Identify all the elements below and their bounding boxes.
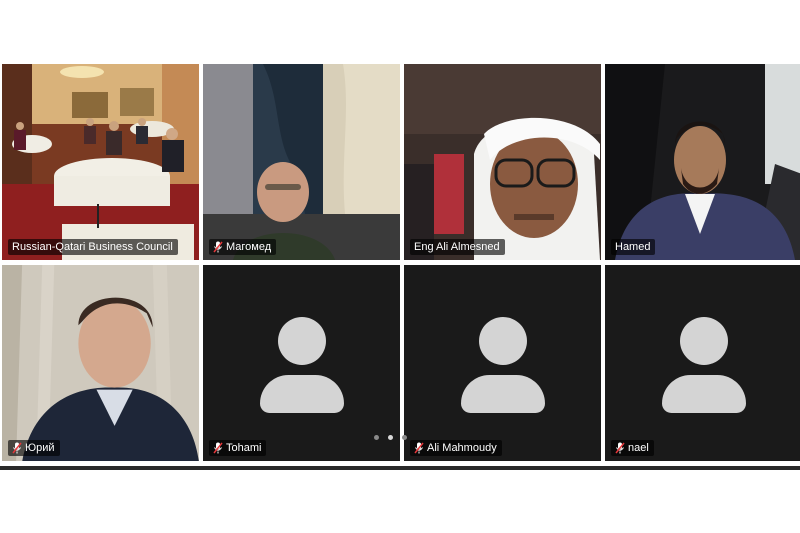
participant-tile-tohami[interactable]: Tohami — [203, 265, 400, 461]
participant-name-label: nael — [611, 440, 654, 456]
muted-mic-icon — [213, 442, 223, 454]
muted-mic-icon — [414, 442, 424, 454]
participant-tile-eng-ali-almesned[interactable]: Eng Ali Almesned — [404, 64, 601, 260]
video-feed-magomed — [203, 64, 400, 260]
participant-name-label: Russian-Qatari Business Council — [8, 239, 178, 255]
participant-name-label: Юрий — [8, 440, 60, 456]
participant-name: Магомед — [226, 241, 272, 253]
participant-name-label: Ali Mahmoudy — [410, 440, 502, 456]
participant-name: Ali Mahmoudy — [427, 442, 497, 454]
page-indicator — [374, 435, 407, 440]
avatar-placeholder-icon — [460, 317, 545, 413]
video-feed-conference-room — [2, 64, 199, 260]
participant-name: nael — [628, 442, 649, 454]
muted-mic-icon — [12, 442, 22, 454]
page-dot[interactable] — [402, 435, 407, 440]
video-feed-hamed — [605, 64, 800, 260]
participant-tile-yuriy[interactable]: Юрий — [2, 265, 199, 461]
participant-name-label: Магомед — [209, 239, 277, 255]
muted-mic-icon — [213, 241, 223, 253]
participant-name: Юрий — [25, 442, 55, 454]
muted-mic-icon — [615, 442, 625, 454]
next-row-edge — [0, 466, 800, 470]
participant-name: Hamed — [615, 241, 651, 253]
participant-tile-ali-mahmoudy[interactable]: Ali Mahmoudy — [404, 265, 601, 461]
participant-name: Russian-Qatari Business Council — [12, 241, 173, 253]
participant-name: Tohami — [226, 442, 262, 454]
participant-name-label: Tohami — [209, 440, 267, 456]
video-feed-yuriy — [2, 265, 199, 461]
video-grid: Russian-Qatari Business Council Магомед — [0, 62, 800, 470]
avatar-placeholder-icon — [661, 317, 746, 413]
participant-tile-russian-qatari-business-council[interactable]: Russian-Qatari Business Council — [2, 64, 199, 260]
participant-name: Eng Ali Almesned — [414, 241, 500, 253]
participant-tile-nael[interactable]: nael — [605, 265, 800, 461]
avatar-placeholder-icon — [259, 317, 344, 413]
participant-name-label: Hamed — [611, 239, 656, 255]
page-dot[interactable] — [374, 435, 379, 440]
page-dot-current[interactable] — [388, 435, 393, 440]
participant-tile-hamed[interactable]: Hamed — [605, 64, 800, 260]
participant-tile-magomed[interactable]: Магомед — [203, 64, 400, 260]
participant-name-label: Eng Ali Almesned — [410, 239, 505, 255]
video-feed-eng-ali-almesned — [404, 64, 601, 260]
